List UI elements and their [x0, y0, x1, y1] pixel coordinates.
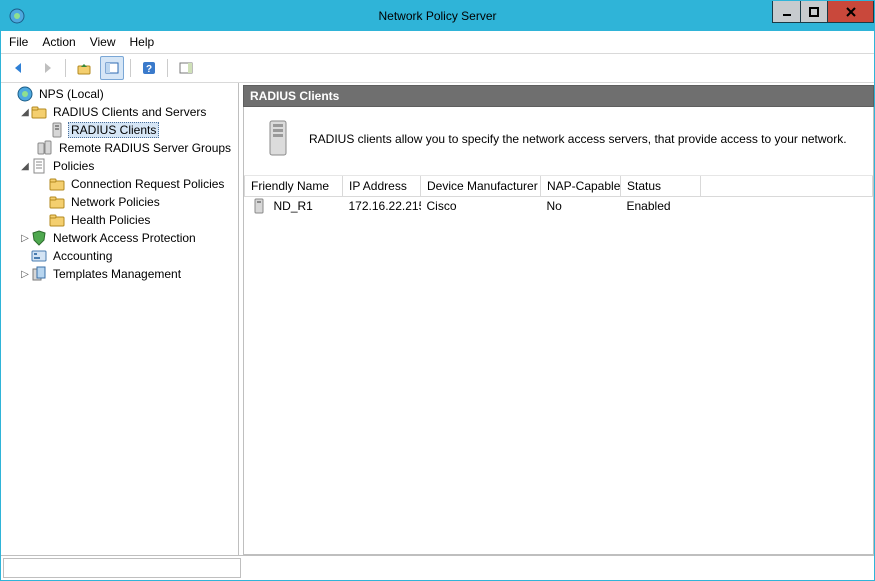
tree-radius-clients[interactable]: RADIUS Clients [1, 121, 238, 139]
clients-list[interactable]: Friendly Name IP Address Device Manufact… [244, 176, 873, 554]
toolbar-separator [167, 59, 168, 77]
right-pane: RADIUS Clients RADIUS clients allow you … [239, 83, 874, 555]
templates-icon [31, 266, 47, 282]
app-icon [9, 8, 25, 24]
tree-accounting[interactable]: Accounting [1, 247, 238, 265]
tree-label: Network Policies [68, 194, 163, 210]
menu-file[interactable]: File [9, 35, 28, 49]
body: NPS (Local) ◢ RADIUS Clients and Servers [1, 83, 874, 555]
status-pane [1, 555, 874, 580]
policies-icon [31, 158, 47, 174]
window-title: Network Policy Server [1, 9, 874, 23]
tree-label: RADIUS Clients and Servers [50, 104, 209, 120]
shield-icon [31, 230, 47, 246]
tree-np[interactable]: Network Policies [1, 193, 238, 211]
toolbar: ? [1, 54, 874, 83]
collapse-icon[interactable]: ◢ [19, 107, 31, 118]
window-controls [772, 1, 874, 23]
col-status[interactable]: Status [621, 176, 701, 197]
table-row[interactable]: ND_R1 172.16.22.215 Cisco No Enabled [245, 197, 873, 216]
tree-label: Health Policies [68, 212, 153, 228]
tree-root-label: NPS (Local) [36, 86, 107, 102]
tree-pane[interactable]: NPS (Local) ◢ RADIUS Clients and Servers [1, 83, 239, 555]
content-header: RADIUS Clients [243, 85, 874, 107]
minimize-button[interactable] [772, 1, 800, 23]
nps-icon [17, 86, 33, 102]
collapse-icon[interactable]: ◢ [19, 161, 31, 172]
status-right [243, 556, 874, 580]
tree-radius-group[interactable]: ◢ RADIUS Clients and Servers [1, 103, 238, 121]
cell-dm: Cisco [421, 197, 541, 216]
server-large-icon [262, 119, 294, 159]
tree-label: Policies [50, 158, 97, 174]
tree-templates[interactable]: ▷ Templates Management [1, 265, 238, 283]
content-box: RADIUS clients allow you to specify the … [243, 107, 874, 555]
help-button[interactable]: ? [137, 56, 161, 80]
toolbar-separator [65, 59, 66, 77]
server-icon [49, 122, 65, 138]
tree-remote-groups[interactable]: Remote RADIUS Server Groups [1, 139, 238, 157]
server-icon [251, 198, 267, 214]
folder-icon [49, 212, 65, 228]
col-friendly-name[interactable]: Friendly Name [245, 176, 343, 197]
tree-label: Connection Request Policies [68, 176, 227, 192]
titlebar[interactable]: Network Policy Server [1, 1, 874, 31]
content-description-row: RADIUS clients allow you to specify the … [244, 107, 873, 176]
tree-crp[interactable]: Connection Request Policies [1, 175, 238, 193]
accounting-icon [31, 248, 47, 264]
clients-table: Friendly Name IP Address Device Manufact… [244, 176, 873, 215]
col-nap-capable[interactable]: NAP-Capable [541, 176, 621, 197]
tree-label: Network Access Protection [50, 230, 199, 246]
cell-nap: No [541, 197, 621, 216]
tree-hp[interactable]: Health Policies [1, 211, 238, 229]
col-ip-address[interactable]: IP Address [343, 176, 421, 197]
tree-root[interactable]: NPS (Local) [1, 85, 238, 103]
svg-text:?: ? [146, 64, 152, 75]
server-group-icon [37, 140, 53, 156]
cell-friendly-name: ND_R1 [274, 199, 313, 213]
tree-label: Remote RADIUS Server Groups [56, 140, 234, 156]
menu-view[interactable]: View [90, 35, 116, 49]
nav-forward-button[interactable] [35, 56, 59, 80]
expand-icon[interactable]: ▷ [19, 269, 31, 280]
status-left [3, 558, 241, 578]
tree-nap[interactable]: ▷ Network Access Protection [1, 229, 238, 247]
tree-label: Templates Management [50, 266, 184, 282]
cell-ip: 172.16.22.215 [343, 197, 421, 216]
up-folder-button[interactable] [72, 56, 96, 80]
action-pane-button[interactable] [174, 56, 198, 80]
col-spacer [701, 176, 873, 197]
tree-label: Accounting [50, 248, 115, 264]
nav-back-button[interactable] [7, 56, 31, 80]
folder-icon [31, 104, 47, 120]
tree-policies[interactable]: ◢ Policies [1, 157, 238, 175]
folder-icon [49, 176, 65, 192]
menu-help[interactable]: Help [130, 35, 155, 49]
content-description: RADIUS clients allow you to specify the … [309, 132, 847, 146]
col-device-manufacturer[interactable]: Device Manufacturer [421, 176, 541, 197]
cell-status: Enabled [621, 197, 701, 216]
expand-icon[interactable]: ▷ [19, 233, 31, 244]
app-window: Network Policy Server File Action View H… [0, 0, 875, 581]
table-header-row: Friendly Name IP Address Device Manufact… [245, 176, 873, 197]
menu-action[interactable]: Action [42, 35, 75, 49]
tree-label: RADIUS Clients [68, 122, 159, 138]
folder-icon [49, 194, 65, 210]
toolbar-separator [130, 59, 131, 77]
menubar: File Action View Help [1, 31, 874, 54]
close-button[interactable] [828, 1, 874, 23]
show-hide-tree-button[interactable] [100, 56, 124, 80]
maximize-button[interactable] [800, 1, 828, 23]
